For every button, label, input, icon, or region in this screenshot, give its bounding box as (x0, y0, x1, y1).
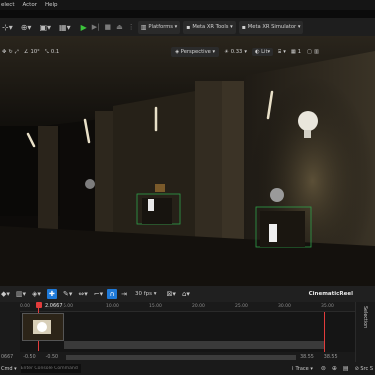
step-icon[interactable]: ▶| (92, 23, 100, 31)
grid-snap[interactable]: ▦ 1 (291, 49, 301, 55)
blueprint-icon[interactable]: ▣▾ (39, 23, 51, 32)
keyframe-icon[interactable]: ◈▾ (32, 290, 41, 298)
keyframe-prev-icon[interactable]: ◆▾ (1, 290, 10, 298)
snap-toggle-icon[interactable]: ✚ (46, 289, 57, 299)
scale-snap[interactable]: ⤡ 0.1 (45, 49, 59, 56)
range-bar[interactable]: 0667 -0.50 -0.50 38.55 38.55 (0, 352, 355, 362)
sequence-lock-icon[interactable]: ⊠▾ (167, 290, 176, 298)
tick-label: 30.00 (278, 304, 291, 309)
cmd-dropdown[interactable]: Cmd ▾ (1, 366, 17, 372)
console-command-input[interactable] (20, 364, 81, 373)
scale-icon: ⤢ (14, 48, 19, 55)
unreal-editor-window: elect Actor Help ⊹▾ ⊕▾ ▣▾ ▦▾ ▶ ▶| ■ ⏏ ⋮ … (0, 0, 375, 375)
angle-icon: ∠ (23, 49, 29, 55)
tick-label: 35.00 (321, 304, 334, 309)
camera-cut-clip[interactable] (22, 313, 64, 341)
add-actor-icon[interactable]: ⊕▾ (21, 23, 32, 32)
multi-user-icon[interactable]: ⊕ (332, 365, 337, 372)
status-bar: Cmd ▾ ⌇ Trace ▾ ⊜ ⊕ ▤ ⊘ Src S (0, 362, 375, 375)
range-end-view: 38.55 (300, 354, 314, 360)
tick-label: 15.00 (149, 304, 162, 309)
layout-buttons[interactable]: ▢ ▥ (307, 49, 319, 55)
meta-logo-icon: ▪ (241, 23, 246, 31)
meta-logo-icon: ▪ (186, 23, 191, 31)
rotate-icon: ↻ (8, 49, 13, 55)
menu-help[interactable]: Help (45, 2, 58, 8)
sun-icon: ☀ (224, 49, 229, 55)
magnet-icon[interactable]: ∩ (107, 289, 118, 299)
play-icon[interactable]: ▶ (81, 23, 87, 32)
tick-label: 10.00 (106, 304, 119, 309)
selection-panel-tab[interactable]: Selection (355, 302, 375, 362)
view-mode-dropdown[interactable]: ◐ Lit▾ (251, 48, 274, 56)
scene-render (0, 36, 375, 286)
playhead-handle[interactable] (36, 302, 42, 308)
fps-dropdown[interactable]: 30 fps ▾ (135, 291, 157, 297)
scale-tool-icon[interactable]: ⇥ (121, 290, 127, 298)
more-icon[interactable]: ⋮ (128, 23, 135, 31)
perspective-dropdown[interactable]: ◈ Perspective ▾ (171, 47, 220, 57)
menu-bar: elect Actor Help (0, 0, 375, 10)
menu-select[interactable]: elect (1, 2, 14, 8)
selection-tab-label: Selection (362, 306, 367, 329)
current-time: 2.0667 (44, 303, 64, 309)
maximize-icon: ▢ (307, 49, 312, 55)
render-icon[interactable]: ▥▾ (16, 290, 26, 298)
tick-label: 20.00 (192, 304, 205, 309)
move-icon: ✥ (2, 49, 7, 55)
sequence-title: CinematicReel (308, 291, 353, 297)
trace-dropdown[interactable]: ⌇ Trace ▾ (291, 366, 312, 372)
align-icon[interactable]: ⇔▾ (78, 290, 87, 298)
tick-label: 5.00 (63, 304, 74, 309)
sequencer-toolbar: ◆▾ ▥▾ ◈▾ ✚ ✎▾ ⇔▾ ⌐▾ ∩ ⇥ 30 fps ▾ ⊠▾ ⌂▾ C… (0, 286, 375, 302)
platforms-icon: ▥ (140, 23, 147, 31)
source-control-button[interactable]: ⊘ Src S (355, 366, 373, 372)
show-dropdown[interactable]: ⌸ ▾ (278, 49, 286, 56)
time-ruler[interactable]: 0.00 5.00 10.00 15.00 20.00 25.00 30.00 … (20, 302, 355, 312)
eject-icon[interactable]: ⏏ (116, 23, 123, 31)
main-toolbar: ⊹▾ ⊕▾ ▣▾ ▦▾ ▶ ▶| ■ ⏏ ⋮ ▥ Platforms ▾ ▪ M… (0, 18, 375, 36)
track-lane[interactable] (64, 341, 324, 349)
exposure-control[interactable]: ☀ 0.33 ▾ (224, 49, 247, 55)
stop-icon[interactable]: ■ (105, 23, 112, 31)
platforms-button[interactable]: ▥ Platforms ▾ (137, 20, 181, 34)
tick-label: 25.00 (235, 304, 248, 309)
brush-icon[interactable]: ✎▾ (63, 290, 72, 298)
meta-xr-tools-button[interactable]: ▪ Meta XR Tools ▾ (183, 20, 236, 34)
meta-xr-simulator-button[interactable]: ▪ Meta XR Simulator ▾ (238, 20, 304, 34)
tick-label: 0.00 (20, 304, 31, 309)
snap-icon[interactable]: ⌐▾ (94, 290, 103, 298)
cinematics-icon[interactable]: ▦▾ (59, 23, 71, 32)
viewport-toolbar: ✥ ↻ ⤢ ∠ 10° ⤡ 0.1 ◈ Perspective ▾ ☀ 0.33… (0, 45, 375, 59)
time-scrollbar[interactable] (66, 354, 297, 360)
show-icon: ⌸ (278, 48, 282, 55)
range-start-view: -0.50 (45, 354, 59, 360)
transform-icon[interactable]: ⊹▾ (2, 23, 13, 32)
rotation-snap[interactable]: ∠ 10° (24, 49, 40, 55)
snap-tools[interactable]: ✥ ↻ ⤢ (2, 49, 19, 56)
split-icon: ▥ (313, 49, 319, 55)
range-time: 0667 (1, 354, 14, 360)
scale-snap-icon: ⤡ (44, 48, 49, 55)
end-marker (324, 312, 325, 352)
grid-icon: ▦ (290, 49, 296, 55)
range-start: -0.50 (23, 354, 36, 360)
menu-actor[interactable]: Actor (22, 2, 36, 8)
derived-data-icon[interactable]: ⊜ (321, 365, 326, 372)
play-range-icon[interactable]: ⌂▾ (182, 290, 190, 298)
content-icon[interactable]: ▤ (343, 365, 349, 372)
range-end: 38.55 (323, 354, 338, 360)
level-viewport[interactable] (0, 36, 375, 286)
clip-thumbnail (23, 314, 63, 340)
